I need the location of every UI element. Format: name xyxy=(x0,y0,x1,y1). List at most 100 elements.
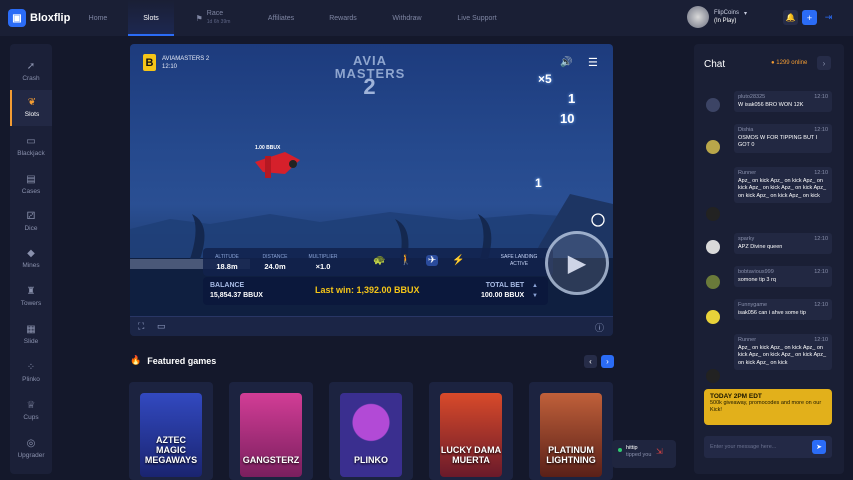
multiplier-stat: MULTIPLIER ×1.0 xyxy=(308,254,338,271)
total-bet-value: 100.00 BBUX xyxy=(481,292,525,299)
case-icon: ▤ xyxy=(26,174,36,185)
lightning-speed-icon[interactable]: ⚡ xyxy=(452,255,464,266)
bell-icon: 🔔 xyxy=(785,13,796,22)
nav-withdraw[interactable]: Withdraw xyxy=(385,0,429,36)
info-icon[interactable]: ⓘ xyxy=(595,321,604,334)
sidebar-item-label: Blackjack xyxy=(17,150,45,157)
game-footer: ⛶ ▭ ⓘ xyxy=(130,316,613,336)
sidebar-item-slide[interactable]: ▦ Slide xyxy=(10,317,52,353)
user-name: FlipCoins xyxy=(714,10,740,16)
chevron-right-icon: › xyxy=(606,357,609,366)
avatar xyxy=(706,207,720,221)
game-card[interactable]: GANGSTERZ xyxy=(229,382,313,480)
menu-button[interactable]: ☰ xyxy=(588,56,598,69)
play-button[interactable]: ▶ xyxy=(545,231,609,295)
sidebar-item-plinko[interactable]: ⁘ Plinko xyxy=(10,355,52,391)
game-card[interactable]: LUCKY DAMA MUERTA xyxy=(429,382,513,480)
chat-message: Runner 12:10 Apz_ on kick Apz_ on kick Apz… xyxy=(734,334,832,370)
sidebar-item-label: Upgrader xyxy=(17,452,45,459)
chat-message: Funnygame 12:10 isak056 can i ahve some ti… xyxy=(734,299,832,320)
sidebar-item-towers[interactable]: ♜ Towers xyxy=(10,279,52,315)
play-icon: ▶ xyxy=(567,249,587,277)
safe-landing-badge: SAFE LANDING ACTIVE xyxy=(500,254,538,267)
plane-speed-icon[interactable]: ✈ xyxy=(425,255,439,266)
turtle-speed-icon[interactable]: 🐢 xyxy=(373,255,385,266)
gem-icon: ◆ xyxy=(27,248,35,259)
sidebar-item-blackjack[interactable]: ▭ Blackjack xyxy=(10,129,52,165)
chat-collapse-button[interactable]: › xyxy=(817,56,831,70)
featured-next-button[interactable]: › xyxy=(601,355,614,368)
nav-race[interactable]: ⚑ Race 1d 6h 39m xyxy=(190,0,236,36)
game-time: 12:10 xyxy=(162,63,178,70)
multiplier-pickup: 1 xyxy=(568,91,576,106)
game-card[interactable]: PLINKO xyxy=(329,382,413,480)
logo-icon: ▣ xyxy=(8,9,26,27)
chevron-left-icon: ‹ xyxy=(589,357,592,366)
logout-button[interactable]: ⇥ xyxy=(821,10,836,25)
avatar xyxy=(706,98,720,112)
sidebar-item-label: Mines xyxy=(22,262,40,269)
cup-icon: ♕ xyxy=(26,400,36,411)
nav-live-support[interactable]: Live Support xyxy=(452,0,502,36)
plane-label: 1.00 BBUX xyxy=(255,145,281,151)
game-title: AVIAMASTERS 2 xyxy=(162,55,210,62)
game-card[interactable]: PLATINUM LIGHTNING xyxy=(529,382,613,480)
sidebar-item-cases[interactable]: ▤ Cases xyxy=(10,167,52,203)
toast-user: hittip xyxy=(626,445,638,451)
game-logo: AVIA MASTERS 2 xyxy=(320,54,420,104)
bet-bar: BALANCE 15,854.37 BBUX Last win: 1,392.0… xyxy=(203,277,548,305)
dice-icon: ⚂ xyxy=(26,211,36,222)
hamburger-icon: ☰ xyxy=(588,57,598,69)
featured-header: 🔥 Featured games xyxy=(130,355,216,366)
brand-logo[interactable]: ▣ Bloxflip xyxy=(8,9,70,27)
theater-mode-icon[interactable]: ▭ xyxy=(157,321,166,332)
sidebar-item-mines[interactable]: ◆ Mines xyxy=(10,241,52,277)
sidebar-item-crash[interactable]: ➚ Crash xyxy=(10,54,52,90)
nav-home[interactable]: Home xyxy=(80,0,116,36)
toast-action-icon[interactable]: ⇲ xyxy=(656,448,663,456)
promo-banner[interactable]: TODAY 2PM EDT 500k giveaway, promocodes … xyxy=(704,389,832,425)
chat-message: pluto28325 12:10 W isak056 BRO WON 12K xyxy=(734,91,832,112)
tip-toast[interactable]: hittip tipped you ⇲ xyxy=(612,440,676,468)
bet-stepper[interactable]: ▲ ▼ xyxy=(532,281,538,301)
featured-title: Featured games xyxy=(147,355,217,366)
provider-logo: B xyxy=(143,54,156,71)
total-bet[interactable]: TOTAL BET 100.00 BBUX xyxy=(481,281,524,301)
sidebar-item-cups[interactable]: ♕ Cups xyxy=(10,393,52,429)
balance-display: BALANCE 15,854.37 BBUX xyxy=(210,281,263,301)
fullscreen-icon[interactable]: ⛶ xyxy=(138,321,144,332)
logo-line-3: 2 xyxy=(363,74,377,99)
online-count: ● 1299 online xyxy=(771,60,808,66)
multiplier-pickup: ×5 xyxy=(538,72,552,86)
slide-icon: ▦ xyxy=(26,324,36,335)
rocket-icon: ➚ xyxy=(26,61,36,72)
sidebar-item-slots[interactable]: ❦ Slots xyxy=(10,90,52,126)
sound-button[interactable]: 🔊 xyxy=(560,57,572,68)
chat-message: Runner 12:10 Apz_ on kick Apz_ on kick Apz… xyxy=(734,167,832,203)
game-header: B AVIAMASTERS 2 12:10 xyxy=(143,54,209,71)
notifications-button[interactable]: 🔔 xyxy=(783,10,798,25)
sidebar-item-dice[interactable]: ⚂ Dice xyxy=(10,204,52,240)
game-card[interactable]: AZTEC MAGIC MEGAWAYS xyxy=(129,382,213,480)
game-sidebar: ➚ Crash ❦ Slots ▭ Blackjack ▤ Cases ⚂ Dice ◆ M… xyxy=(10,44,52,474)
user-menu[interactable]: FlipCoins (In Play) ▾ xyxy=(687,6,747,28)
chevron-right-icon: › xyxy=(822,58,826,68)
deposit-button[interactable]: + xyxy=(802,10,817,25)
game-thumbnail: AZTEC MAGIC MEGAWAYS xyxy=(140,393,202,477)
send-button[interactable]: ➤ xyxy=(812,440,826,454)
nav-slots[interactable]: Slots xyxy=(128,0,174,36)
walk-speed-icon[interactable]: 🚶 xyxy=(399,255,411,266)
nav-rewards[interactable]: Rewards xyxy=(322,0,364,36)
nav-affiliates[interactable]: Affiliates xyxy=(258,0,304,36)
featured-prev-button[interactable]: ‹ xyxy=(584,355,597,368)
race-label: Race xyxy=(206,10,224,17)
sidebar-item-label: Towers xyxy=(20,300,42,307)
logout-icon: ⇥ xyxy=(824,12,833,22)
tower-icon: ♜ xyxy=(26,286,36,297)
game-thumbnail: PLATINUM LIGHTNING xyxy=(540,393,602,477)
game-window[interactable]: B AVIAMASTERS 2 12:10 AVIA MASTERS 2 1.0… xyxy=(130,44,613,336)
sidebar-item-upgrader[interactable]: ◎ Upgrader xyxy=(10,431,52,467)
game-thumbnail: LUCKY DAMA MUERTA xyxy=(440,393,502,477)
chat-message: Dishia 12:10 OSMOS W FOR TIPPING BUT I GOT… xyxy=(734,124,832,153)
chat-panel: Chat ● 1299 online › pluto28325 12:10 W is… xyxy=(694,44,844,474)
